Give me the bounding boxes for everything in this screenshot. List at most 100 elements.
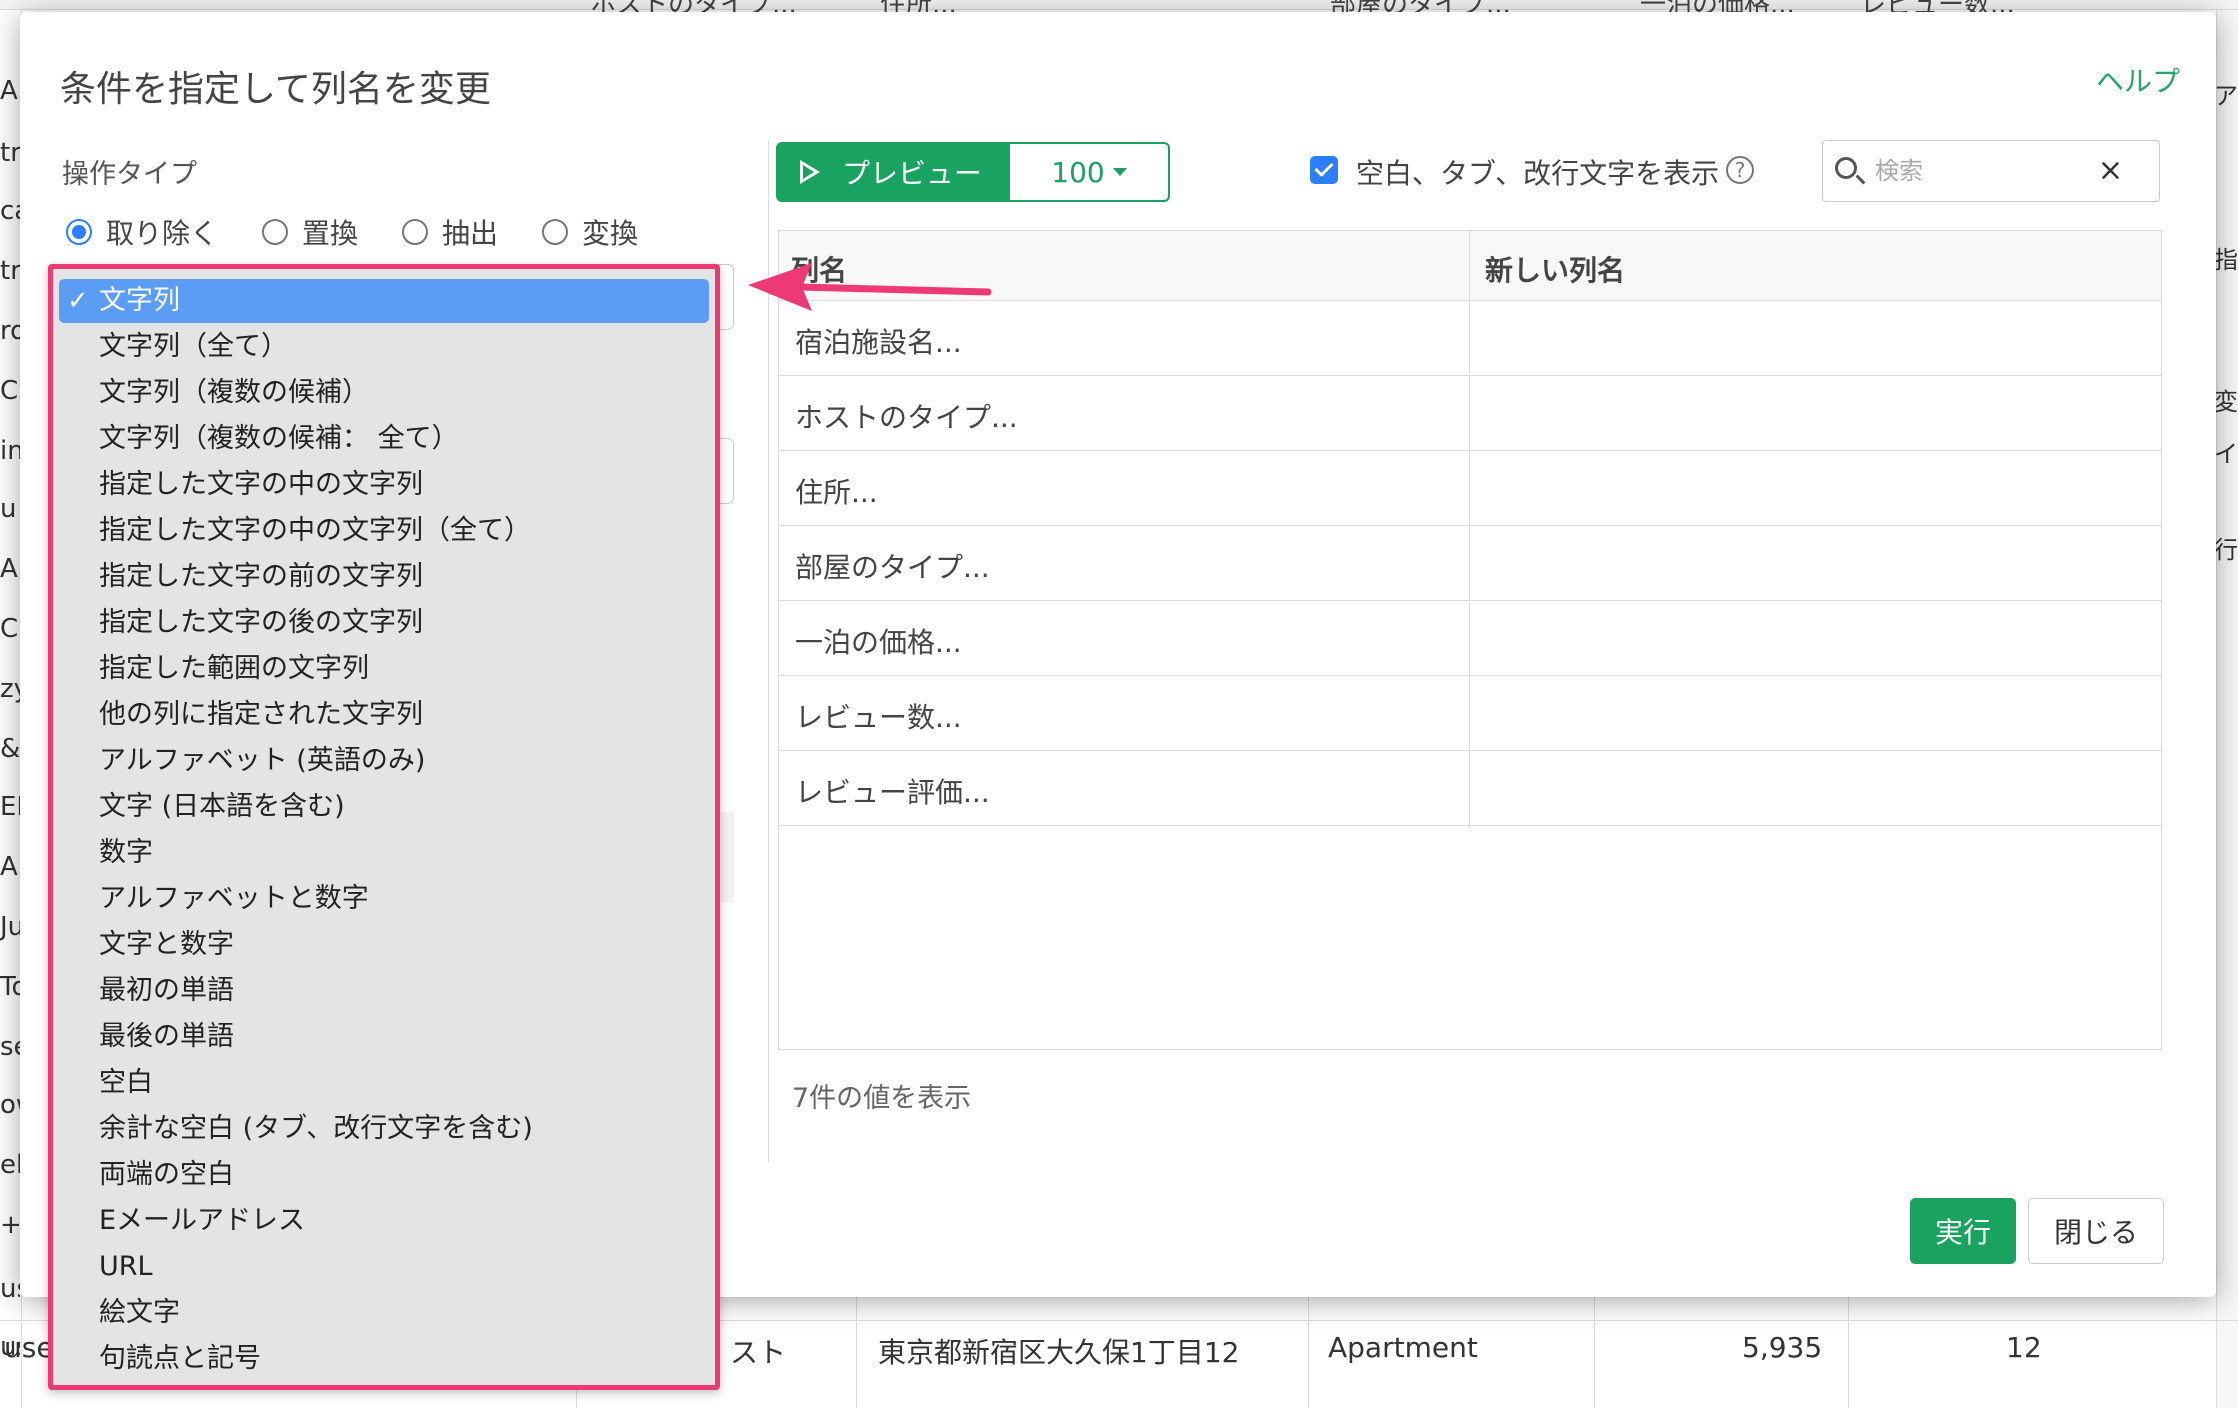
dropdown-option[interactable]: 指定した範囲の文字列	[59, 647, 709, 691]
bg-divider	[1594, 1280, 1595, 1408]
dropdown-option[interactable]: 余計な空白 (タブ、改行文字を含む)	[59, 1107, 709, 1151]
table-cell: 一泊の価格...	[795, 626, 962, 659]
dropdown-option[interactable]: 文字列（複数の候補）	[59, 371, 709, 415]
table-row: レビュー評価...	[779, 751, 2161, 826]
dropdown-option[interactable]: 句読点と記号	[59, 1337, 709, 1381]
pattern-dropdown-menu: ✓ 文字列 文字列（全て） 文字列（複数の候補） 文字列（複数の候補： 全て） 指…	[48, 264, 720, 1390]
bg-cell-reviews: 12	[2006, 1331, 2042, 1364]
bg-right-cell: 変	[2214, 388, 2238, 416]
dropdown-option[interactable]: 文字列（全て）	[59, 325, 709, 369]
dropdown-option[interactable]: 文字と数字	[59, 923, 709, 967]
dropdown-option[interactable]: 他の列に指定された文字列	[59, 693, 709, 737]
bg-left-cell: in	[0, 436, 20, 466]
dropdown-option[interactable]: 指定した文字の後の文字列	[59, 601, 709, 645]
dropdown-option[interactable]: アルファベット (英語のみ)	[59, 739, 709, 783]
bg-left-cell: tra	[0, 138, 20, 168]
bg-cell-price: 5,935	[1742, 1331, 1823, 1364]
bg-left-cell: EN	[0, 792, 20, 822]
bg-right-cell: 指	[2214, 246, 2238, 274]
annotation-arrow-icon	[748, 263, 992, 311]
bg-left-cell: us	[0, 1274, 20, 1304]
dropdown-option[interactable]: 空白	[59, 1061, 709, 1105]
preview-button[interactable]: プレビュー	[776, 142, 1010, 202]
option-label: 文字列	[99, 285, 180, 316]
bg-left-cell: el	[0, 1150, 20, 1180]
table-row: 部屋のタイプ...	[779, 526, 2161, 601]
table-cell: ホストのタイプ...	[795, 401, 1018, 434]
dropdown-option[interactable]: アルファベットと数字	[59, 877, 709, 921]
show-whitespace-label: 空白、タブ、改行文字を表示	[1356, 157, 1720, 190]
bg-left-cell: zy	[0, 674, 20, 704]
bg-cell-address: 東京都新宿区大久保1丁目12	[878, 1336, 1240, 1369]
search-box: ×	[1822, 140, 2160, 202]
dropdown-option[interactable]: 文字列（複数の候補： 全て）	[59, 417, 709, 461]
dialog-title: 条件を指定して列名を変更	[60, 69, 491, 110]
bg-right-cell: 行	[2214, 536, 2238, 564]
table-row: 一泊の価格...	[779, 601, 2161, 676]
play-icon	[800, 160, 820, 184]
radio-remove[interactable]: 取り除く	[66, 212, 218, 252]
dropdown-option[interactable]: URL	[59, 1245, 709, 1289]
radio-extract[interactable]: 抽出	[402, 212, 498, 252]
dropdown-option[interactable]: Eメールアドレス	[59, 1199, 709, 1243]
dropdown-option[interactable]: 絵文字	[59, 1291, 709, 1335]
caret-down-icon	[1112, 168, 1127, 176]
radio-label: 抽出	[442, 217, 499, 250]
bg-left-cell: ca	[0, 196, 20, 226]
table-row: ホストのタイプ...	[779, 376, 2161, 451]
bg-left-cell: +	[0, 1210, 20, 1240]
help-circle-icon[interactable]: ?	[1726, 156, 1754, 184]
bg-col-header: 一泊の価格...	[1640, 0, 1795, 20]
bg-left-cell: Ju	[0, 912, 20, 942]
bg-cell-host: スト	[730, 1336, 787, 1369]
bg-left-cell: ro	[0, 316, 20, 346]
bg-col-header: レビュー数...	[1860, 0, 2015, 20]
bg-left-cell: Ap	[0, 76, 20, 106]
preview-count-dropdown[interactable]: 100	[1008, 142, 1170, 202]
dropdown-option[interactable]: 指定した文字の中の文字列（全て）	[59, 509, 709, 553]
close-button[interactable]: 閉じる	[2028, 1198, 2164, 1264]
bg-left-cell: A	[0, 554, 18, 584]
dropdown-option-selected[interactable]: ✓ 文字列	[59, 279, 709, 323]
bg-left-cell: se	[0, 1032, 20, 1062]
radio-checked-icon[interactable]	[66, 219, 92, 245]
dropdown-option[interactable]: 両端の空白	[59, 1153, 709, 1197]
dropdown-option[interactable]: 数字	[59, 831, 709, 875]
bg-left-cell: tra	[0, 256, 20, 286]
table-cell: 住所...	[795, 476, 878, 509]
shown-count: 7件の値を表示	[792, 1083, 972, 1114]
dropdown-option[interactable]: 指定した文字の中の文字列	[59, 463, 709, 507]
operation-type-radios: 取り除く 置換 抽出 変換	[66, 212, 672, 252]
dropdown-option[interactable]: 最後の単語	[59, 1015, 709, 1059]
run-button[interactable]: 実行	[1910, 1198, 2016, 1264]
operation-type-label: 操作タイプ	[62, 159, 197, 190]
dropdown-option[interactable]: 指定した文字の前の文字列	[59, 555, 709, 599]
bg-left-cell: u	[0, 494, 17, 524]
bg-header-row: ホストのタイプ... 住所... 部屋のタイプ... 一泊の価格... レビュー…	[0, 0, 2238, 20]
radio-label: 変換	[582, 217, 639, 250]
radio-unchecked-icon[interactable]	[542, 219, 569, 245]
help-link[interactable]: ヘルプ	[2096, 60, 2180, 100]
search-icon	[1835, 157, 1857, 179]
show-whitespace-checkbox[interactable]	[1310, 156, 1338, 184]
radio-label: 取り除く	[106, 217, 219, 250]
radio-replace[interactable]: 置換	[262, 212, 358, 252]
bg-left-cell: &	[0, 734, 20, 764]
dropdown-option[interactable]: 文字 (日本語を含む)	[59, 785, 709, 829]
radio-convert[interactable]: 変換	[542, 212, 638, 252]
clear-search-icon[interactable]: ×	[2098, 156, 2123, 186]
bg-divider	[1308, 1280, 1309, 1408]
preview-table: 列名 新しい列名 宿泊施設名... ホストのタイプ... 住所... 部屋のタイ…	[778, 230, 2162, 1050]
dropdown-option[interactable]: 最初の単語	[59, 969, 709, 1013]
bg-right-panel	[2216, 10, 2238, 1408]
bg-right-cell: イ	[2214, 440, 2238, 468]
radio-unchecked-icon[interactable]	[402, 219, 429, 245]
bg-left-cell: CS	[0, 376, 20, 406]
table-cell: レビュー数...	[795, 701, 962, 734]
preview-button-label: プレビュー	[842, 157, 983, 190]
search-input[interactable]	[1873, 153, 2093, 189]
bg-left-cell: C	[0, 614, 19, 644]
radio-unchecked-icon[interactable]	[262, 219, 289, 245]
bg-cell-room: Apartment	[1328, 1331, 1478, 1364]
table-row: 住所...	[779, 451, 2161, 526]
